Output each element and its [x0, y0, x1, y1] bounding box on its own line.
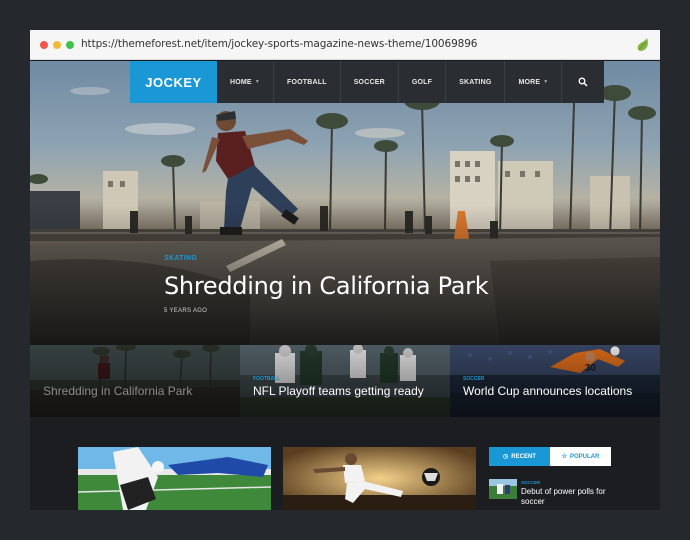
article-photo: [283, 447, 476, 510]
hero-title[interactable]: Shredding in California Park: [164, 272, 489, 300]
maximize-window-button[interactable]: [66, 41, 74, 49]
envato-leaf-icon: [637, 38, 648, 51]
hero-banner[interactable]: JOCKEY HOME ▼ FOOTBALL SOCCER GOLF SKATIN…: [30, 61, 660, 345]
sidebar-item-title[interactable]: Debut of power polls for soccer: [521, 487, 616, 507]
nav-item-soccer[interactable]: SOCCER: [341, 61, 399, 103]
hero-category[interactable]: SKATING: [164, 255, 197, 262]
article-photo: [78, 447, 271, 510]
article-thumbnail[interactable]: [78, 447, 271, 510]
card-title[interactable]: NFL Playoff teams getting ready: [253, 384, 424, 398]
featured-card[interactable]: 30 SOCCER World Cup announces locations: [450, 345, 660, 417]
search-button[interactable]: [562, 61, 605, 103]
star-icon: ☆: [561, 454, 568, 460]
content-section: ◷ RECENT ☆ POPULAR SOCCER Debut of power p…: [30, 417, 660, 510]
nav-item-golf[interactable]: GOLF: [399, 61, 447, 103]
minimize-window-button[interactable]: [53, 41, 61, 49]
card-title[interactable]: Shredding in California Park: [43, 384, 192, 398]
nav-item-more[interactable]: MORE ▼: [505, 61, 563, 103]
nav-item-home[interactable]: HOME ▼: [217, 61, 274, 103]
card-title[interactable]: World Cup announces locations: [463, 384, 632, 398]
featured-card[interactable]: Shredding in California Park: [30, 345, 240, 417]
chevron-down-icon: ▼: [543, 79, 549, 85]
sidebar-item-category[interactable]: SOCCER: [521, 480, 540, 485]
article-photo: [489, 479, 517, 499]
featured-cards: Shredding in California Park FOOTBALL NF…: [30, 345, 660, 417]
address-bar[interactable]: https://themeforest.net/item/jockey-spor…: [81, 38, 477, 50]
browser-toolbar: https://themeforest.net/item/jockey-spor…: [30, 30, 660, 60]
main-nav: HOME ▼ FOOTBALL SOCCER GOLF SKATING MORE ▼: [217, 61, 605, 103]
chevron-down-icon: ▼: [254, 79, 260, 85]
nav-item-skating[interactable]: SKATING: [446, 61, 506, 103]
site-header: JOCKEY HOME ▼ FOOTBALL SOCCER GOLF SKATIN…: [130, 61, 605, 103]
site-logo[interactable]: JOCKEY: [130, 61, 217, 103]
featured-card[interactable]: FOOTBALL NFL Playoff teams getting ready: [240, 345, 450, 417]
sidebar-item-thumbnail[interactable]: [489, 479, 517, 499]
sidebar-tabs: ◷ RECENT ☆ POPULAR: [489, 447, 612, 466]
article-thumbnail[interactable]: [283, 447, 476, 510]
tab-recent[interactable]: ◷ RECENT: [489, 447, 550, 466]
card-category[interactable]: FOOTBALL: [253, 376, 280, 382]
card-category[interactable]: SOCCER: [463, 376, 484, 382]
hero-timestamp: 5 YEARS AGO: [164, 308, 208, 314]
browser-window: https://themeforest.net/item/jockey-spor…: [30, 30, 660, 510]
search-icon: [579, 77, 588, 87]
nav-item-football[interactable]: FOOTBALL: [274, 61, 341, 103]
close-window-button[interactable]: [40, 41, 48, 49]
clock-icon: ◷: [503, 454, 509, 460]
tab-popular[interactable]: ☆ POPULAR: [550, 447, 611, 466]
sidebar-item-timestamp: — — —: [521, 508, 535, 510]
